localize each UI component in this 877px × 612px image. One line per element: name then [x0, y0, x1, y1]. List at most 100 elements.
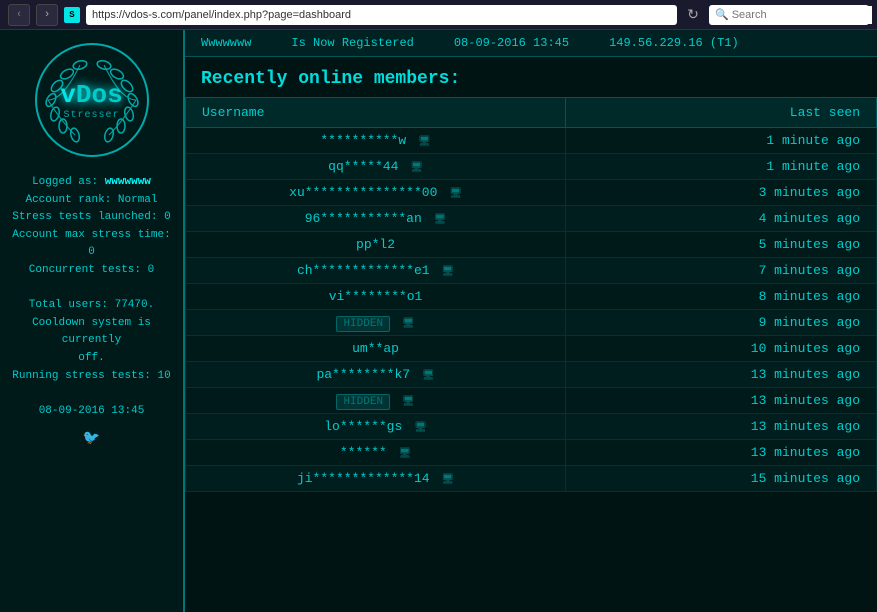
username-cell: ji*************14 🖥 [186, 466, 566, 492]
logged-as-value: wwwwwww [105, 176, 151, 188]
username-cell: **********w 🖥 [186, 128, 566, 154]
reload-button[interactable]: ↻ [683, 5, 703, 25]
monitor-icon: 🖥 [441, 267, 454, 278]
lastseen-cell: 1 minute ago [566, 154, 877, 180]
table-row: vi********o1 8 minutes ago [186, 284, 877, 310]
username-value: lo******gs [324, 419, 402, 434]
browser-chrome: ‹ › S ↻ 🔍 [0, 0, 877, 30]
username-value: vi********o1 [329, 289, 423, 304]
username-value: qq*****44 [328, 159, 398, 174]
hidden-badge: HIDDEN [336, 316, 390, 332]
col-lastseen: Last seen [566, 98, 877, 128]
stress-launched-value: 0 [164, 211, 171, 223]
logo-dos: Dos [76, 80, 123, 110]
col-username: Username [186, 98, 566, 128]
max-stress-value: 0 [88, 246, 95, 258]
notif-datetime: 08-09-2016 13:45 [454, 36, 569, 50]
account-rank-label: Account rank: [25, 194, 111, 206]
favicon: S [64, 7, 80, 23]
logo-stresser: Stresser [60, 110, 122, 121]
username-cell: xu***************00 🖥 [186, 180, 566, 206]
lastseen-cell: 10 minutes ago [566, 336, 877, 362]
username-cell: ch*************e1 🖥 [186, 258, 566, 284]
username-cell: HIDDEN 🖥 [186, 310, 566, 336]
sidebar: vDos Stresser Logged as: wwwwwww Account… [0, 30, 185, 612]
lastseen-cell: 3 minutes ago [566, 180, 877, 206]
section-title: Recently online members: [185, 57, 877, 97]
monitor-icon: 🖥 [414, 423, 427, 434]
table-row: ji*************14 🖥15 minutes ago [186, 466, 877, 492]
table-row: HIDDEN 🖥13 minutes ago [186, 388, 877, 414]
lastseen-cell: 13 minutes ago [566, 388, 877, 414]
table-row: ****** 🖥13 minutes ago [186, 440, 877, 466]
notif-action: Is Now Registered [291, 36, 413, 50]
username-cell: pp*l2 [186, 232, 566, 258]
lastseen-cell: 8 minutes ago [566, 284, 877, 310]
running-label: Running stress tests: [12, 370, 151, 382]
username-cell: ****** 🖥 [186, 440, 566, 466]
lastseen-cell: 5 minutes ago [566, 232, 877, 258]
username-cell: vi********o1 [186, 284, 566, 310]
table-row: qq*****44 🖥1 minute ago [186, 154, 877, 180]
lastseen-cell: 9 minutes ago [566, 310, 877, 336]
monitor-icon: 🖥 [398, 449, 411, 460]
lastseen-cell: 13 minutes ago [566, 440, 877, 466]
notif-ip: 149.56.229.16 (T1) [609, 36, 739, 50]
username-cell: lo******gs 🖥 [186, 414, 566, 440]
content-area: Wwwwwww Is Now Registered 08-09-2016 13:… [185, 30, 877, 612]
back-button[interactable]: ‹ [8, 4, 30, 26]
logo: vDos Stresser [32, 40, 152, 160]
table-row: HIDDEN 🖥9 minutes ago [186, 310, 877, 336]
twitter-icon[interactable]: 🐦 [8, 428, 175, 450]
table-row: ch*************e1 🖥7 minutes ago [186, 258, 877, 284]
username-value: **********w [320, 133, 406, 148]
cooldown-value: off. [78, 352, 104, 364]
username-value: ****** [340, 445, 387, 460]
monitor-icon: 🖥 [434, 215, 447, 226]
concurrent-value: 0 [148, 264, 155, 276]
sidebar-info: Logged as: wwwwwww Account rank: Normal … [0, 170, 183, 455]
lastseen-cell: 15 minutes ago [566, 466, 877, 492]
notification-bar: Wwwwwww Is Now Registered 08-09-2016 13:… [185, 30, 877, 57]
username-value: ji*************14 [297, 471, 430, 486]
monitor-icon: 🖥 [449, 189, 462, 200]
username-value: ch*************e1 [297, 263, 430, 278]
username-cell: HIDDEN 🖥 [186, 388, 566, 414]
main-layout: vDos Stresser Logged as: wwwwwww Account… [0, 30, 877, 612]
table-row: pp*l2 5 minutes ago [186, 232, 877, 258]
lastseen-cell: 7 minutes ago [566, 258, 877, 284]
logo-v: v [60, 80, 76, 110]
logged-as-label: Logged as: [32, 176, 98, 188]
members-table: Username Last seen **********w 🖥1 minute… [185, 97, 877, 492]
total-users-value: 77470. [115, 299, 155, 311]
monitor-icon: 🖥 [422, 371, 435, 382]
username-value: 96***********an [305, 211, 422, 226]
username-value: pp*l2 [356, 237, 395, 252]
forward-button[interactable]: › [36, 4, 58, 26]
total-users-label: Total users: [29, 299, 108, 311]
lastseen-cell: 4 minutes ago [566, 206, 877, 232]
table-row: lo******gs 🖥13 minutes ago [186, 414, 877, 440]
sidebar-datetime: 08-09-2016 13:45 [8, 403, 175, 421]
username-cell: qq*****44 🖥 [186, 154, 566, 180]
monitor-icon: 🖥 [441, 475, 454, 486]
table-row: pa********k7 🖥13 minutes ago [186, 362, 877, 388]
table-row: 96***********an 🖥 4 minutes ago [186, 206, 877, 232]
stress-launched-label: Stress tests launched: [12, 211, 157, 223]
username-cell: pa********k7 🖥 [186, 362, 566, 388]
username-value: um**ap [352, 341, 399, 356]
username-value: xu***************00 [289, 185, 437, 200]
lastseen-cell: 13 minutes ago [566, 414, 877, 440]
concurrent-label: Concurrent tests: [29, 264, 141, 276]
lastseen-cell: 13 minutes ago [566, 362, 877, 388]
max-stress-label: Account max stress time: [12, 229, 170, 241]
running-value: 10 [158, 370, 171, 382]
account-rank-value: Normal [118, 194, 158, 206]
search-input[interactable] [732, 6, 872, 24]
logo-text: vDos Stresser [60, 80, 122, 121]
monitor-icon: 🖥 [418, 137, 431, 148]
address-bar[interactable] [86, 5, 677, 25]
hidden-badge: HIDDEN [336, 394, 390, 410]
monitor-icon: 🖥 [410, 163, 423, 174]
monitor-icon: 🖥 [402, 397, 415, 408]
